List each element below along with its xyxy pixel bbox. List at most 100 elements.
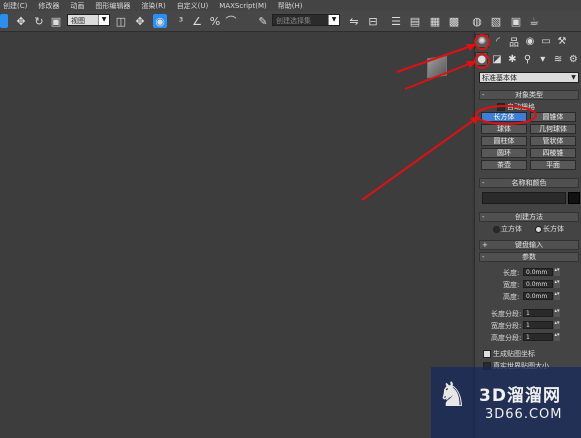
length-segs-input[interactable]: 1: [523, 309, 553, 317]
creation-method-rollout-header[interactable]: - 创建方法: [479, 212, 579, 222]
height-label: 高度:: [503, 293, 520, 301]
mirror-icon[interactable]: ⇋: [347, 14, 361, 28]
spinner-snap-icon[interactable]: ⌒: [224, 14, 238, 28]
helpers-icon[interactable]: ▾: [536, 52, 549, 66]
pyramid-button[interactable]: 四棱锥: [530, 148, 576, 158]
object-type-rollout-header[interactable]: - 对象类型: [479, 90, 579, 100]
torus-button[interactable]: 圆环: [481, 148, 527, 158]
lights-icon[interactable]: ✱: [506, 52, 519, 66]
shapes-icon[interactable]: ◪: [490, 52, 503, 66]
percent-snap-icon[interactable]: %: [208, 14, 222, 28]
tube-button[interactable]: 管状体: [530, 136, 576, 146]
name-color-rollout-header[interactable]: - 名称和颜色: [479, 178, 579, 188]
watermark-domain: 3D66.COM: [485, 407, 563, 422]
pivot-icon[interactable]: ◫: [114, 14, 128, 28]
menu-rendering[interactable]: 渲染(R): [138, 1, 173, 11]
width-label: 宽度:: [503, 281, 520, 289]
menu-animation[interactable]: 动画: [67, 1, 92, 11]
motion-tab-icon[interactable]: ◉: [523, 34, 537, 48]
reference-coordinate-dropdown[interactable]: 视图 ▼: [67, 14, 110, 26]
length-input[interactable]: 0.0mm: [523, 268, 553, 276]
watermark-title: 3D溜溜网: [479, 386, 561, 406]
menu-maxscript[interactable]: MAXScript(M): [216, 2, 274, 10]
box-button[interactable]: 长方体: [481, 112, 527, 122]
select-region-icon[interactable]: [0, 14, 8, 28]
keyboard-shortcut-icon[interactable]: ◉: [153, 14, 167, 28]
rendered-frame-icon[interactable]: ▣: [509, 14, 523, 28]
geosphere-button[interactable]: 几何球体: [530, 124, 576, 134]
width-segs-spinner-icon[interactable]: ▴▾: [554, 321, 560, 329]
chevron-down-icon: ▼: [98, 15, 109, 25]
length-segs-spinner-icon[interactable]: ▴▾: [554, 309, 560, 317]
named-selection-dropdown[interactable]: 创建选择集 ▼: [272, 14, 340, 26]
collapse-icon: -: [482, 91, 485, 99]
cube-radio[interactable]: 立方体: [493, 224, 522, 234]
plane-button[interactable]: 平面: [530, 160, 576, 170]
deer-logo-icon: ♞: [437, 375, 468, 415]
box-radio[interactable]: 长方体: [535, 224, 564, 234]
height-segs-input[interactable]: 1: [523, 333, 553, 341]
parameters-rollout-header[interactable]: - 参数: [479, 252, 579, 262]
menu-help[interactable]: 帮助(H): [275, 1, 311, 11]
curve-editor-icon[interactable]: ▦: [428, 14, 442, 28]
create-tab-icon[interactable]: ✺: [475, 34, 489, 48]
chevron-down-icon: ▼: [571, 74, 576, 81]
keyboard-entry-rollout-header[interactable]: + 键盘输入: [479, 240, 579, 250]
layer-manager-icon[interactable]: ☰: [389, 14, 403, 28]
create-category-tabs: ● ◪ ✱ ⚲ ▾ ≋ ⚙: [475, 51, 581, 67]
edit-named-selection-icon[interactable]: ✎: [256, 14, 270, 28]
autogrid-checkbox[interactable]: 自动栅格: [497, 102, 535, 112]
rotate-icon[interactable]: ↻: [32, 14, 46, 28]
geometry-icon[interactable]: ●: [475, 52, 489, 66]
width-segs-label: 宽度分段:: [491, 322, 522, 330]
menu-create[interactable]: 创建(C): [0, 1, 35, 11]
height-spinner-icon[interactable]: ▴▾: [554, 292, 560, 300]
teapot-button[interactable]: 茶壶: [481, 160, 527, 170]
width-spinner-icon[interactable]: ▴▾: [554, 280, 560, 288]
hierarchy-tab-icon[interactable]: 品: [507, 34, 521, 49]
height-segs-spinner-icon[interactable]: ▴▾: [554, 333, 560, 341]
cone-button[interactable]: 圆锥体: [530, 112, 576, 122]
viewport[interactable]: [0, 32, 472, 438]
display-tab-icon[interactable]: ▭: [539, 34, 553, 48]
main-toolbar: ✥ ↻ ▣ 视图 ▼ ◫ ✥ ◉ ³ ∠ % ⌒ ✎ 创建选择集 ▼ ⇋ ⊟ ☰ ▤…: [0, 11, 581, 32]
chevron-down-icon: ▼: [328, 15, 339, 25]
expand-icon: +: [482, 241, 488, 249]
menu-modifiers[interactable]: 修改器: [35, 1, 67, 11]
length-spinner-icon[interactable]: ▴▾: [554, 268, 560, 276]
move-icon[interactable]: ✥: [14, 14, 28, 28]
align-icon[interactable]: ⊟: [366, 14, 380, 28]
height-segs-label: 高度分段:: [491, 334, 522, 342]
object-name-input[interactable]: [482, 192, 566, 204]
select-manipulate-icon[interactable]: ✥: [133, 14, 147, 28]
menu-bar: 创建(C) 修改器 动画 图形编辑器 渲染(R) 自定义(U) MAXScrip…: [0, 0, 581, 11]
utilities-tab-icon[interactable]: ⚒: [555, 34, 569, 48]
watermark: ♞ 3D溜溜网 3D66.COM: [431, 367, 581, 438]
object-color-swatch[interactable]: [568, 192, 580, 204]
modify-tab-icon[interactable]: ◜: [491, 34, 505, 48]
angle-snap-icon[interactable]: ∠: [190, 14, 204, 28]
systems-icon[interactable]: ⚙: [567, 52, 580, 66]
menu-graph-editors[interactable]: 图形编辑器: [92, 1, 138, 11]
generate-mapping-checkbox[interactable]: 生成贴图坐标: [483, 349, 535, 359]
width-input[interactable]: 0.0mm: [523, 280, 553, 288]
collapse-icon: -: [482, 179, 485, 187]
collapse-icon: -: [482, 253, 485, 261]
graphite-toolbar-icon[interactable]: ▤: [408, 14, 422, 28]
render-setup-icon[interactable]: ▧: [489, 14, 503, 28]
cameras-icon[interactable]: ⚲: [521, 52, 534, 66]
menu-customize[interactable]: 自定义(U): [174, 1, 217, 11]
cylinder-button[interactable]: 圆柱体: [481, 136, 527, 146]
width-segs-input[interactable]: 1: [523, 321, 553, 329]
spacewarps-icon[interactable]: ≋: [551, 52, 564, 66]
schematic-view-icon[interactable]: ▩: [447, 14, 461, 28]
scale-icon[interactable]: ▣: [49, 14, 63, 28]
length-label: 长度:: [503, 269, 520, 277]
material-editor-icon[interactable]: ◍: [470, 14, 484, 28]
object-category-dropdown[interactable]: 标准基本体 ▼: [479, 72, 579, 83]
render-icon[interactable]: ☕: [527, 14, 541, 28]
height-input[interactable]: 0.0mm: [523, 292, 553, 300]
sphere-button[interactable]: 球体: [481, 124, 527, 134]
viewcube-icon[interactable]: [427, 55, 447, 79]
snap-icon[interactable]: ³: [174, 14, 188, 28]
